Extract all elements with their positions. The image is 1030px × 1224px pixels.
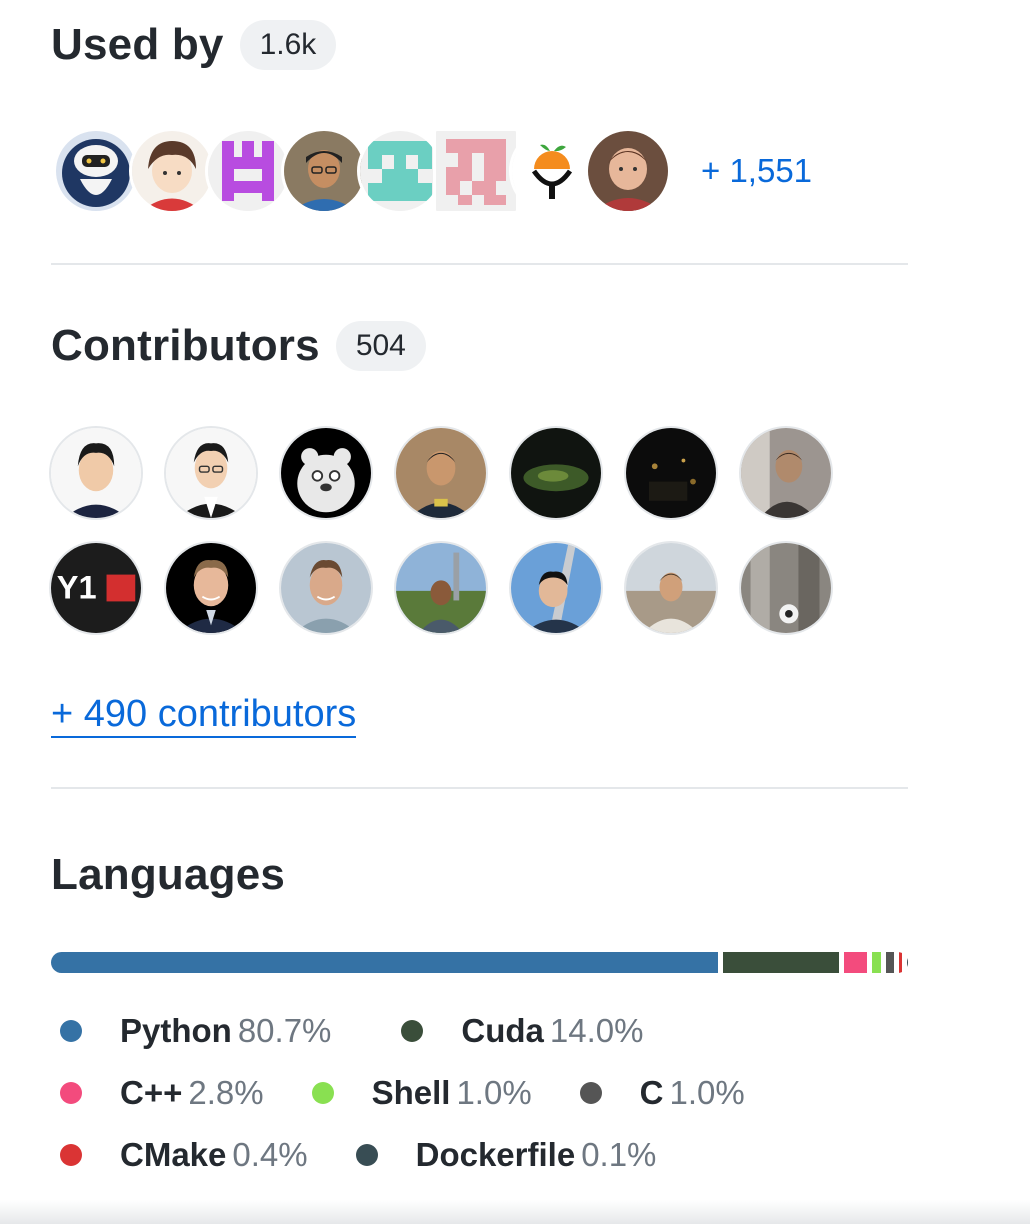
contributors-count: 504 (335, 321, 426, 371)
language-row: Python 80.7% Cuda 14.0% (60, 1000, 920, 1062)
language-item-dockerfile[interactable]: Dockerfile 0.1% (355, 1136, 657, 1174)
used-by-avatars[interactable]: + 1,551 (53, 128, 812, 214)
contributor-avatar[interactable] (739, 426, 833, 520)
language-row: C++ 2.8% Shell 1.0% C 1.0% (60, 1062, 920, 1124)
language-name: Shell (371, 1074, 451, 1111)
language-list: Python 80.7% Cuda 14.0% C++ 2.8% Shell 1… (60, 1000, 920, 1186)
contributor-avatar[interactable] (624, 541, 718, 635)
language-percent: 1.0% (456, 1074, 532, 1111)
language-percent: 0.4% (232, 1136, 308, 1173)
language-item-shell[interactable]: Shell 1.0% (311, 1074, 532, 1112)
contributor-avatar[interactable] (279, 426, 373, 520)
person-avatar[interactable] (585, 128, 671, 214)
language-bar-segment-shell (872, 952, 881, 973)
language-item-c[interactable]: C 1.0% (579, 1074, 745, 1112)
contributors-header: Contributors 504 (51, 321, 908, 371)
language-bar-segment-python (51, 952, 719, 973)
more-contributors-link[interactable]: + 490 contributors (51, 692, 357, 738)
language-bar-segment-dockerfile (907, 952, 908, 973)
cpp-color-dot (60, 1082, 82, 1104)
contributor-avatar[interactable] (49, 426, 143, 520)
person-avatar[interactable] (281, 128, 367, 214)
languages-title: Languages (51, 850, 286, 899)
languages-header: Languages (51, 850, 908, 900)
language-percent: 1.0% (669, 1074, 745, 1111)
shell-color-dot (311, 1082, 334, 1104)
language-percent: 2.8% (188, 1074, 264, 1111)
contributor-avatar[interactable] (279, 541, 373, 635)
language-bar (51, 952, 908, 973)
language-bar-segment-cuda (723, 952, 840, 973)
language-percent: 0.1% (581, 1136, 657, 1173)
contributors-title[interactable]: Contributors (51, 321, 320, 371)
contributor-avatar[interactable]: Y1 (49, 541, 143, 635)
contributor-avatar[interactable] (164, 541, 258, 635)
cmake-color-dot (60, 1144, 82, 1166)
contributor-avatar[interactable] (164, 426, 258, 520)
orange-logo-avatar[interactable] (509, 128, 595, 214)
contributor-avatar[interactable] (624, 426, 718, 520)
contributors-row: Y1 (49, 541, 869, 635)
language-name: C++ (120, 1074, 183, 1111)
divider (51, 263, 908, 265)
used-by-more-link[interactable]: + 1,551 (701, 152, 812, 190)
contributor-avatar[interactable] (509, 426, 603, 520)
divider (51, 787, 908, 789)
language-item-python[interactable]: Python 80.7% (60, 1012, 331, 1050)
contributors-row (49, 426, 869, 520)
dockerfile-color-dot (355, 1144, 378, 1166)
contributor-avatar[interactable] (739, 541, 833, 635)
used-by-header: Used by 1.6k (51, 20, 908, 70)
identicon-pink[interactable] (433, 128, 519, 214)
language-name: C (639, 1074, 664, 1111)
language-name: CMake (120, 1136, 227, 1173)
language-percent: 80.7% (237, 1012, 332, 1049)
contributor-avatar[interactable] (394, 541, 488, 635)
anime-avatar[interactable] (129, 128, 215, 214)
language-bar-segment-cpp (844, 952, 868, 973)
language-percent: 14.0% (549, 1012, 644, 1049)
language-item-cpp[interactable]: C++ 2.8% (60, 1074, 264, 1112)
language-row: CMake 0.4% Dockerfile 0.1% (60, 1124, 920, 1186)
language-bar-segment-c (885, 952, 894, 973)
svg-text:Y1: Y1 (57, 570, 97, 606)
used-by-count: 1.6k (239, 20, 337, 70)
contributor-avatar[interactable] (509, 541, 603, 635)
used-by-title[interactable]: Used by (51, 20, 224, 70)
language-item-cuda[interactable]: Cuda 14.0% (401, 1012, 643, 1050)
identicon-teal[interactable] (357, 128, 443, 214)
python-color-dot (60, 1020, 82, 1042)
language-name: Dockerfile (415, 1136, 576, 1173)
bottom-shade (0, 1200, 1030, 1224)
robot-avatar[interactable] (53, 128, 139, 214)
c-color-dot (579, 1082, 602, 1104)
contributor-avatar[interactable] (394, 426, 488, 520)
cuda-color-dot (401, 1020, 424, 1042)
identicon-purple[interactable] (205, 128, 291, 214)
language-name: Python (120, 1012, 232, 1049)
contributors-avatar-grid: Y1 (49, 426, 869, 656)
language-bar-segment-cmake (898, 952, 903, 973)
language-name: Cuda (461, 1012, 544, 1049)
language-item-cmake[interactable]: CMake 0.4% (60, 1136, 308, 1174)
